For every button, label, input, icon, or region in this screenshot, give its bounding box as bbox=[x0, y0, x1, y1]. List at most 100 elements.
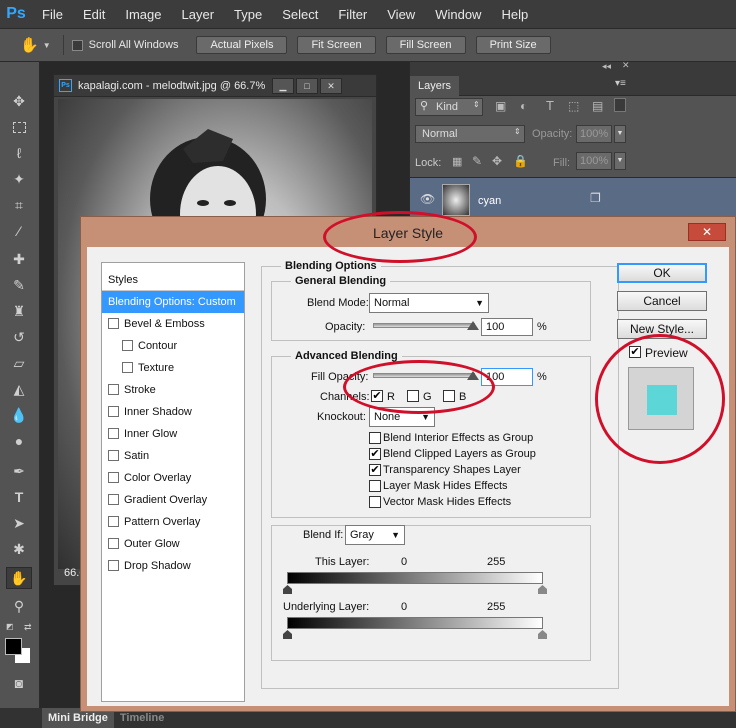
style-checkbox[interactable] bbox=[108, 428, 119, 439]
actual-pixels-button[interactable]: Actual Pixels bbox=[196, 36, 288, 54]
layer-opacity-field[interactable]: 100% bbox=[576, 125, 612, 143]
vector-mask-hides-effects-checkbox[interactable] bbox=[369, 496, 381, 508]
hand-tool-icon[interactable]: ✋ bbox=[20, 36, 39, 54]
opacity-slider-track[interactable] bbox=[373, 323, 475, 328]
filter-pixel-icon[interactable]: ▣ bbox=[495, 99, 506, 113]
healing-brush-tool-icon[interactable]: ✚ bbox=[6, 248, 32, 270]
styles-header[interactable]: Styles bbox=[102, 269, 244, 291]
fill-screen-button[interactable]: Fill Screen bbox=[385, 36, 466, 54]
lock-transparent-icon[interactable]: ▦ bbox=[452, 155, 462, 168]
minimize-icon[interactable]: ▁ bbox=[272, 77, 294, 94]
swap-colors-icon[interactable]: ⇄ bbox=[24, 622, 32, 633]
style-item-contour[interactable]: Contour bbox=[102, 335, 244, 357]
panel-menu-icon[interactable]: ▾≡ bbox=[615, 78, 626, 89]
menu-type[interactable]: Type bbox=[224, 7, 272, 22]
style-checkbox[interactable] bbox=[108, 450, 119, 461]
menu-window[interactable]: Window bbox=[425, 7, 491, 22]
style-item-inner-glow[interactable]: Inner Glow bbox=[102, 423, 244, 445]
tool-preset-dropdown-icon[interactable]: ▼ bbox=[43, 41, 51, 50]
quick-mask-icon[interactable]: ◙ bbox=[6, 672, 32, 694]
filter-shape-icon[interactable]: ⬚ bbox=[568, 99, 579, 113]
style-item-stroke[interactable]: Stroke bbox=[102, 379, 244, 401]
blur-tool-icon[interactable]: 💧 bbox=[6, 404, 32, 426]
blend-clipped-layers-as-group-checkbox[interactable]: ✔ bbox=[369, 448, 381, 460]
style-checkbox[interactable] bbox=[108, 538, 119, 549]
lock-all-icon[interactable]: 🔒 bbox=[513, 154, 528, 168]
style-item-drop-shadow[interactable]: Drop Shadow bbox=[102, 555, 244, 577]
lasso-tool-icon[interactable]: ℓ bbox=[6, 142, 32, 164]
style-checkbox[interactable] bbox=[108, 472, 119, 483]
fit-screen-button[interactable]: Fit Screen bbox=[297, 36, 376, 54]
hand-tool-icon[interactable]: ✋ bbox=[6, 567, 32, 589]
menu-image[interactable]: Image bbox=[115, 7, 171, 22]
opacity-field[interactable]: 100 bbox=[481, 318, 533, 336]
menu-view[interactable]: View bbox=[377, 7, 425, 22]
custom-shape-tool-icon[interactable]: ✱ bbox=[6, 538, 32, 560]
style-checkbox[interactable] bbox=[108, 384, 119, 395]
move-tool-icon[interactable]: ✥ bbox=[6, 90, 32, 112]
lock-position-icon[interactable]: ✥ bbox=[492, 154, 502, 168]
style-checkbox[interactable] bbox=[108, 406, 119, 417]
style-item-texture[interactable]: Texture bbox=[102, 357, 244, 379]
default-colors-icon[interactable]: ◩ bbox=[6, 622, 14, 631]
layer-mask-hides-effects-checkbox[interactable] bbox=[369, 480, 381, 492]
style-checkbox[interactable] bbox=[108, 494, 119, 505]
menu-filter[interactable]: Filter bbox=[328, 7, 377, 22]
style-item-outer-glow[interactable]: Outer Glow bbox=[102, 533, 244, 555]
pen-tool-icon[interactable]: ✒ bbox=[6, 460, 32, 482]
style-item-gradient-overlay[interactable]: Gradient Overlay bbox=[102, 489, 244, 511]
dodge-tool-icon[interactable]: ● bbox=[6, 430, 32, 452]
opacity-slider-handle[interactable] bbox=[467, 321, 479, 330]
close-icon[interactable]: ✕ bbox=[688, 223, 726, 241]
style-item-bevel-emboss[interactable]: Bevel & Emboss bbox=[102, 313, 244, 335]
path-selection-tool-icon[interactable]: ➤ bbox=[6, 512, 32, 534]
style-checkbox[interactable] bbox=[108, 516, 119, 527]
eyedropper-tool-icon[interactable]: ⁄ bbox=[6, 220, 32, 242]
layer-filter-dropdown[interactable]: ⚲ Kind ⇕ bbox=[415, 98, 483, 116]
foreground-color-swatch[interactable] bbox=[5, 638, 22, 655]
scroll-all-windows-checkbox[interactable] bbox=[71, 39, 83, 51]
filter-type-icon[interactable]: T bbox=[546, 98, 554, 113]
style-item-satin[interactable]: Satin bbox=[102, 445, 244, 467]
menu-file[interactable]: File bbox=[32, 7, 73, 22]
transparency-shapes-layer-checkbox[interactable]: ✔ bbox=[369, 464, 381, 476]
document-tab[interactable]: Ps kapalagi.com - melodtwit.jpg @ 66.7%.… bbox=[54, 75, 376, 97]
brush-tool-icon[interactable]: ✎ bbox=[6, 274, 32, 296]
blend-if-select[interactable]: Gray ▼ bbox=[345, 525, 405, 545]
clone-stamp-tool-icon[interactable]: ♜ bbox=[6, 300, 32, 322]
lock-pixels-icon[interactable]: ✎ bbox=[472, 154, 482, 168]
close-panel-icon[interactable]: ✕ bbox=[622, 60, 630, 71]
type-tool-icon[interactable]: T bbox=[6, 486, 32, 508]
zoom-tool-icon[interactable]: ⚲ bbox=[6, 595, 32, 617]
filter-toggle-icon[interactable] bbox=[614, 98, 626, 112]
menu-help[interactable]: Help bbox=[491, 7, 538, 22]
style-checkbox[interactable] bbox=[108, 560, 119, 571]
chevron-down-icon[interactable]: ▼ bbox=[614, 152, 626, 170]
magic-wand-tool-icon[interactable]: ✦ bbox=[6, 168, 32, 190]
menu-layer[interactable]: Layer bbox=[172, 7, 225, 22]
tab-layers[interactable]: Layers bbox=[410, 76, 460, 96]
print-size-button[interactable]: Print Size bbox=[475, 36, 551, 54]
close-document-icon[interactable]: ✕ bbox=[320, 77, 342, 94]
eraser-tool-icon[interactable]: ▱ bbox=[6, 352, 32, 374]
style-checkbox[interactable] bbox=[108, 318, 119, 329]
layer-name[interactable]: cyan bbox=[478, 195, 501, 207]
ok-button[interactable]: OK bbox=[617, 263, 707, 283]
filter-smart-object-icon[interactable]: ▤ bbox=[592, 99, 603, 113]
blend-interior-effects-as-group-checkbox[interactable] bbox=[369, 432, 381, 444]
paint-bucket-tool-icon[interactable]: ◭ bbox=[6, 378, 32, 400]
layer-fill-field[interactable]: 100% bbox=[576, 152, 612, 170]
style-checkbox[interactable] bbox=[122, 362, 133, 373]
maximize-icon[interactable]: □ bbox=[296, 77, 318, 94]
filter-adjustment-icon[interactable]: ◐ bbox=[520, 99, 527, 113]
marquee-tool-icon[interactable] bbox=[6, 116, 32, 138]
blend-mode-select[interactable]: Normal ▼ bbox=[369, 293, 489, 313]
menu-edit[interactable]: Edit bbox=[73, 7, 115, 22]
history-brush-tool-icon[interactable]: ↺ bbox=[6, 326, 32, 348]
style-item-pattern-overlay[interactable]: Pattern Overlay bbox=[102, 511, 244, 533]
chevron-down-icon[interactable]: ▼ bbox=[614, 125, 626, 143]
collapse-panels-icon[interactable]: ◂◂ bbox=[602, 61, 611, 72]
style-checkbox[interactable] bbox=[122, 340, 133, 351]
layer-blend-mode-dropdown[interactable]: Normal ⇕ bbox=[415, 125, 525, 143]
style-item-inner-shadow[interactable]: Inner Shadow bbox=[102, 401, 244, 423]
